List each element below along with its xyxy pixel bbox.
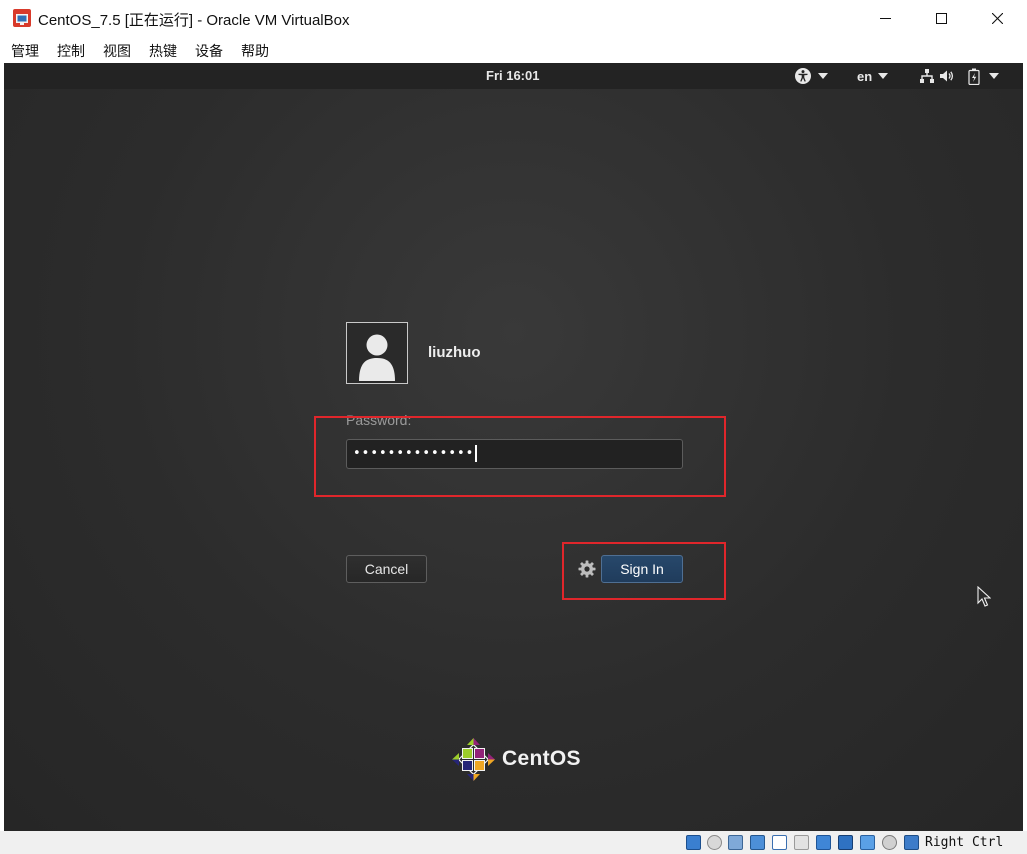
menu-help[interactable]: 帮助 [241, 41, 269, 61]
volume-icon [940, 70, 954, 82]
centos-brand-name: CentOS [502, 747, 581, 770]
menu-view[interactable]: 视图 [103, 41, 131, 61]
gnome-top-bar: Fri 16:01 en [4, 63, 1023, 89]
window-titlebar[interactable]: CentOS_7.5 [正在运行] - Oracle VM VirtualBox [0, 0, 1027, 36]
audio-icon[interactable] [728, 835, 743, 850]
vm-status-bar: Right Ctrl [0, 831, 1027, 854]
password-highlight-box [314, 416, 726, 497]
chevron-down-icon [878, 73, 889, 79]
menu-machine[interactable]: 管理 [11, 41, 39, 61]
accessibility-menu[interactable] [794, 63, 828, 89]
maximize-icon [935, 12, 947, 24]
system-status-menu[interactable] [919, 63, 999, 89]
language-menu[interactable]: en [857, 63, 889, 89]
mouse-integration-icon[interactable] [882, 835, 897, 850]
sign-in-highlight-box [562, 542, 726, 600]
language-label: en [857, 68, 873, 84]
recording-icon[interactable] [838, 835, 853, 850]
optical-drive-icon[interactable] [707, 835, 722, 850]
chevron-down-icon [818, 73, 828, 79]
display-icon[interactable] [816, 835, 831, 850]
accessibility-icon [795, 68, 811, 84]
battery-icon [968, 68, 980, 85]
menu-control[interactable]: 控制 [57, 41, 85, 61]
menu-hotkeys[interactable]: 热键 [149, 41, 177, 61]
close-icon [991, 12, 1003, 24]
window-title: CentOS_7.5 [正在运行] - Oracle VM VirtualBox [38, 12, 350, 29]
user-avatar[interactable] [346, 322, 408, 384]
network-wired-icon [920, 69, 934, 83]
virtualbox-icon [13, 9, 31, 27]
minimize-icon [879, 17, 891, 19]
chevron-down-icon [989, 73, 999, 79]
menu-devices[interactable]: 设备 [195, 41, 223, 61]
maximize-button[interactable] [918, 0, 964, 36]
cancel-button[interactable]: Cancel [346, 555, 427, 583]
user-avatar-icon [359, 334, 395, 381]
keyboard-capture-icon[interactable] [904, 835, 919, 850]
clock[interactable]: Fri 16:01 [486, 68, 539, 83]
close-button[interactable] [974, 0, 1020, 36]
usb-icon[interactable] [772, 835, 787, 850]
network-icon[interactable] [750, 835, 765, 850]
username-label: liuzhuo [428, 344, 481, 361]
host-key-label: Right Ctrl [925, 835, 1004, 850]
cpu-icon[interactable] [860, 835, 875, 850]
shared-folders-icon[interactable] [794, 835, 809, 850]
hard-disk-icon[interactable] [686, 835, 701, 850]
minimize-button[interactable] [862, 0, 908, 36]
menu-bar: 管理 控制 视图 热键 设备 帮助 [0, 36, 1027, 63]
mouse-pointer-icon [977, 586, 991, 607]
centos-logo-icon [452, 738, 495, 781]
vm-guest-screen[interactable]: Fri 16:01 en liuzhuo Password: •••••••••… [4, 63, 1023, 831]
